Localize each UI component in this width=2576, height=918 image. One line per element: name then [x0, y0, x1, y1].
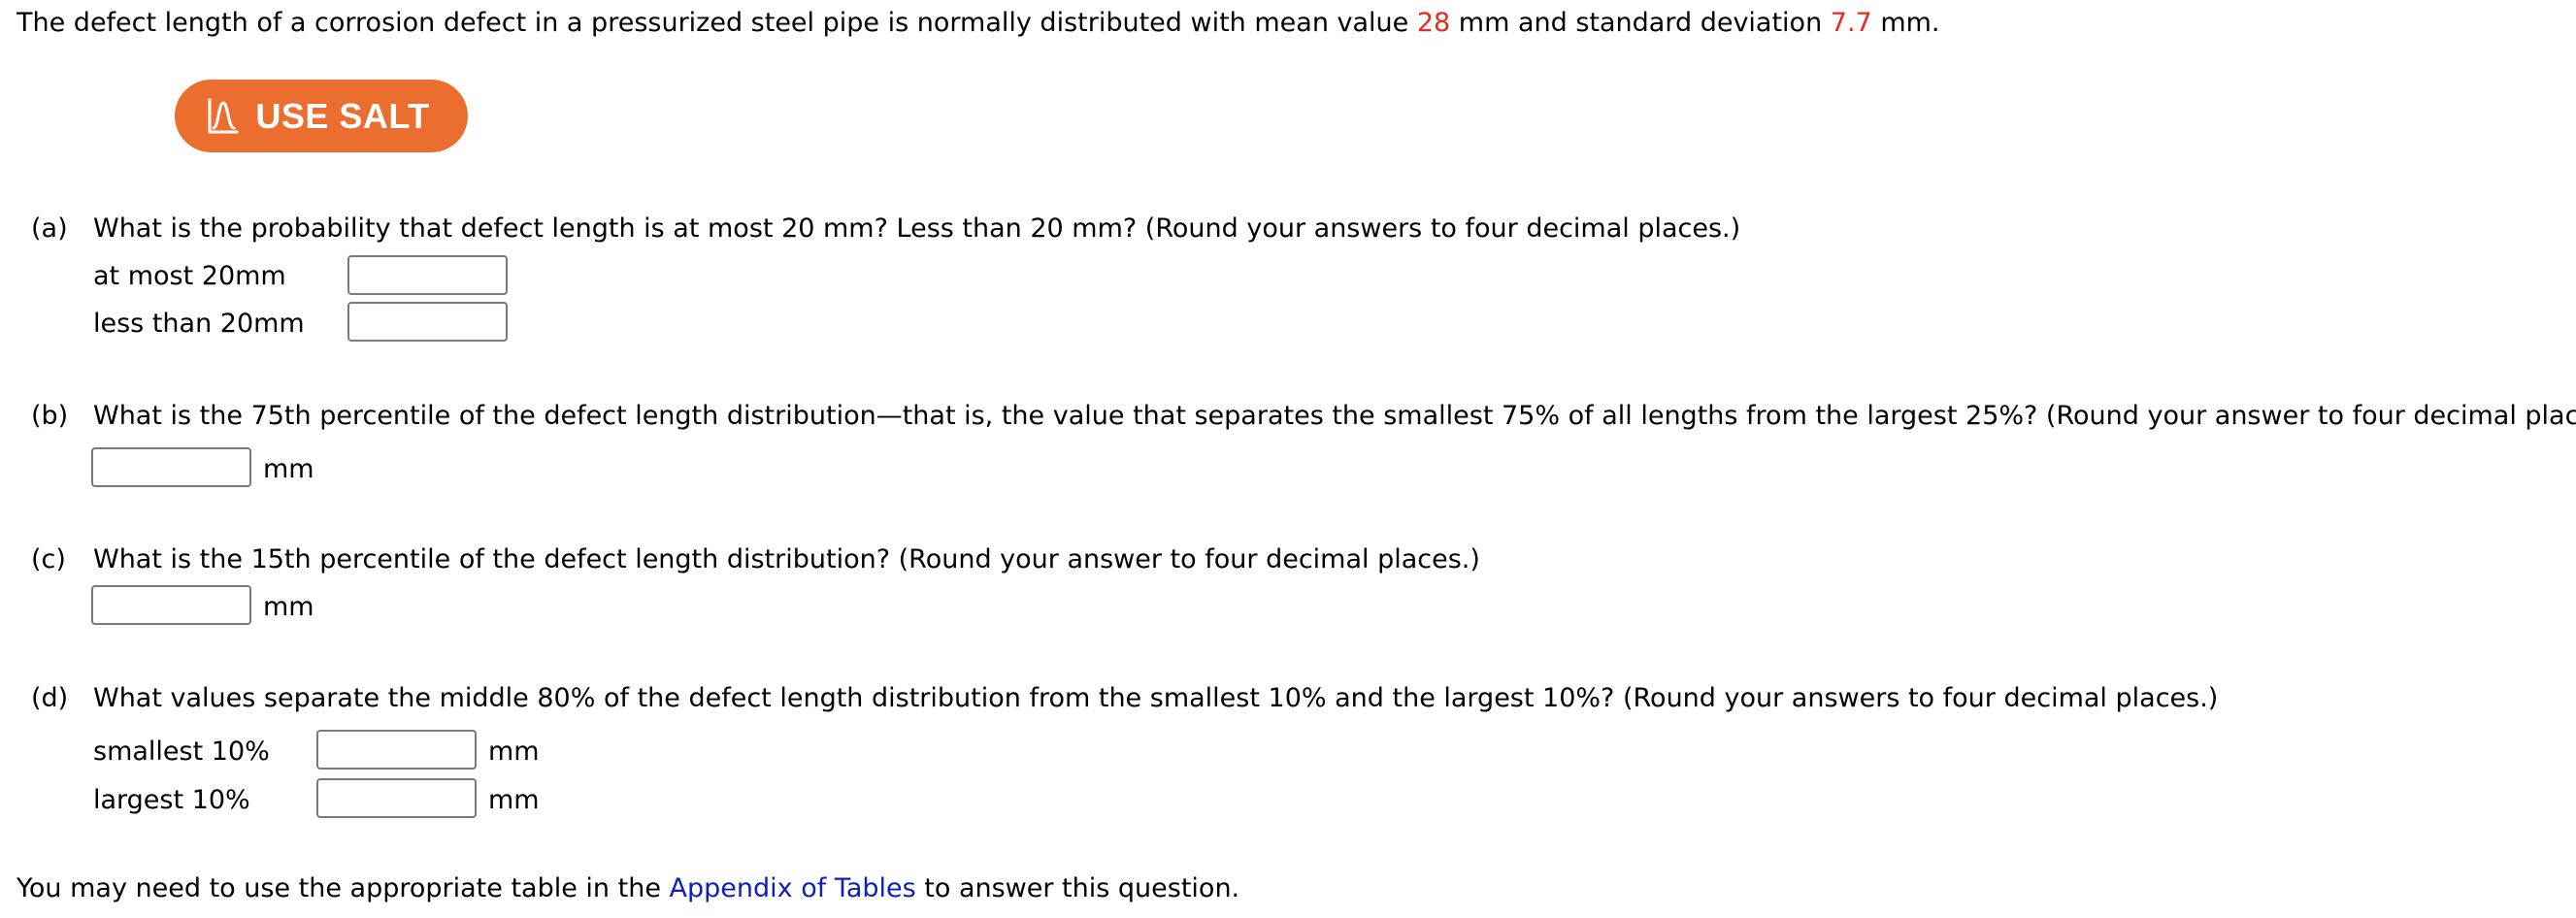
- smallest-10-input[interactable]: [316, 730, 477, 770]
- footer-note: You may need to use the appropriate tabl…: [17, 875, 1239, 902]
- footer-text: You may need to use the appropriate tabl…: [17, 873, 670, 903]
- use-salt-button[interactable]: USE SALT: [175, 80, 468, 152]
- 15th-percentile-unit: mm: [263, 592, 314, 622]
- use-salt-label: USE SALT: [255, 95, 430, 136]
- part-b-question: What is the 75th percentile of the defec…: [93, 401, 2576, 431]
- intro-text: The defect length of a corrosion defect …: [17, 8, 1417, 38]
- part-d-question: What values separate the middle 80% of t…: [93, 683, 2219, 713]
- at-most-20mm-label: at most 20mm: [93, 261, 286, 291]
- part-c-question: What is the 15th percentile of the defec…: [93, 544, 1480, 574]
- 75th-percentile-unit: mm: [263, 454, 314, 484]
- part-d-marker: (d): [31, 683, 69, 713]
- part-c-marker: (c): [31, 544, 66, 574]
- mean-value: 28: [1416, 8, 1451, 38]
- 75th-percentile-input[interactable]: [91, 447, 251, 487]
- less-than-20mm-label: less than 20mm: [93, 309, 305, 339]
- smallest-10-unit: mm: [488, 737, 540, 767]
- largest-10-input[interactable]: [316, 778, 477, 818]
- sd-value: 7.7: [1830, 8, 1872, 38]
- footer-text-end: to answer this question.: [915, 873, 1240, 903]
- part-b-marker: (b): [31, 401, 69, 431]
- part-a-question: What is the probability that defect leng…: [93, 213, 1741, 244]
- intro-text-end: mm.: [1871, 8, 1940, 38]
- 15th-percentile-input[interactable]: [91, 585, 251, 625]
- appendix-of-tables-link[interactable]: Appendix of Tables: [670, 873, 916, 903]
- part-a-marker: (a): [31, 213, 68, 244]
- at-most-20mm-input[interactable]: [347, 255, 508, 295]
- normal-curve-icon: [207, 98, 240, 135]
- largest-10-unit: mm: [488, 785, 540, 815]
- problem-statement: The defect length of a corrosion defect …: [17, 10, 1940, 36]
- intro-text-middle: mm and standard deviation: [1450, 8, 1831, 38]
- smallest-10-label: smallest 10%: [93, 737, 270, 767]
- less-than-20mm-input[interactable]: [347, 302, 508, 342]
- largest-10-label: largest 10%: [93, 785, 250, 815]
